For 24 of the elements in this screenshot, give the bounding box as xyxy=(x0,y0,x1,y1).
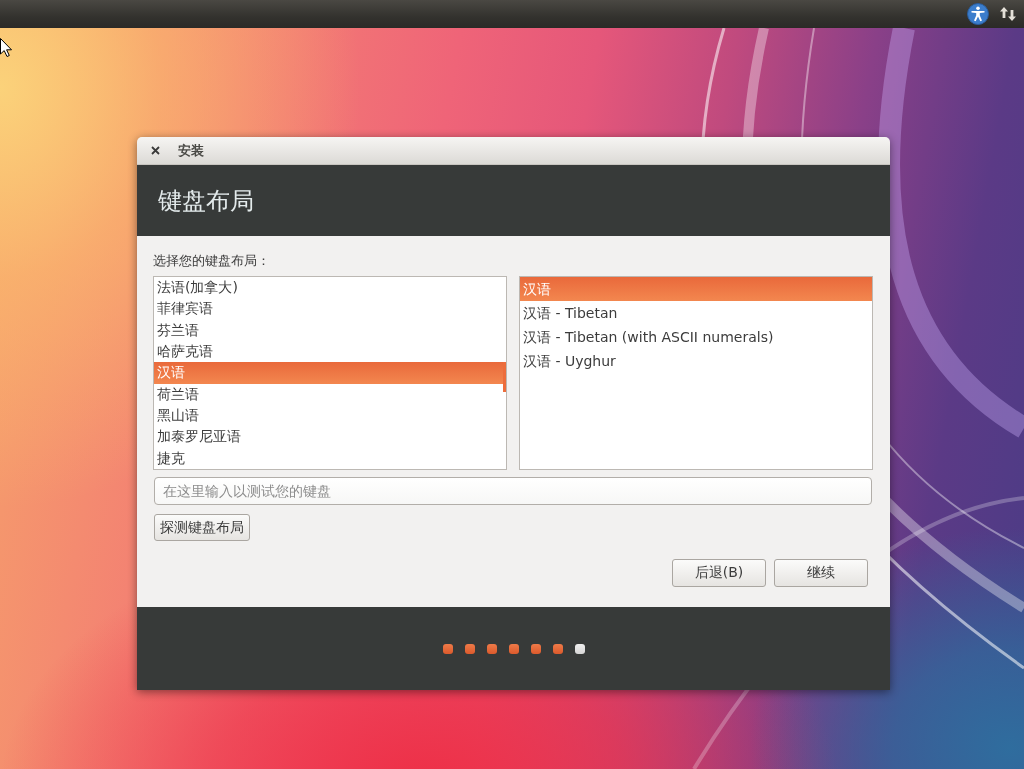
nav-button[interactable]: 后退(B) xyxy=(672,559,766,587)
page-title: 键盘布局 xyxy=(158,185,254,217)
variant-list-item[interactable]: 汉语 - Tibetan xyxy=(520,301,872,325)
close-button[interactable] xyxy=(150,145,161,156)
layout-list-item[interactable]: 哈萨克语 xyxy=(154,341,506,363)
scrollbar-thumb[interactable] xyxy=(503,362,506,392)
variant-list-item[interactable]: 汉语 - Uyghur xyxy=(520,349,872,373)
variant-list-item[interactable]: 汉语 - Tibetan (with ASCII numerals) xyxy=(520,325,872,349)
network-arrows-icon[interactable] xyxy=(1000,6,1016,22)
layout-list-item[interactable]: 黑山语 xyxy=(154,404,506,427)
test-input-field[interactable]: 在这里输入以测试您的键盘 xyxy=(154,477,872,505)
nav-button[interactable]: 继续 xyxy=(774,559,868,587)
close-icon xyxy=(151,146,160,155)
layout-list-item[interactable]: 荷兰语 xyxy=(154,383,506,405)
layout-list-item[interactable]: 芬兰语 xyxy=(154,319,506,341)
mouse-pointer-icon xyxy=(0,38,12,57)
layout-list-item[interactable]: 菲律宾语 xyxy=(154,298,506,320)
layout-list-item[interactable]: 加泰罗尼亚语 xyxy=(154,426,506,448)
window-title: 安装 xyxy=(178,141,204,160)
detect-layout-button[interactable]: 探测键盘布局 xyxy=(154,514,250,541)
layout-list-item[interactable]: 法语(加拿大) xyxy=(154,277,506,299)
layout-prompt: 选择您的键盘布局： xyxy=(153,252,271,270)
layout-list-item[interactable]: 捷克 xyxy=(154,447,506,469)
accessibility-icon[interactable] xyxy=(967,3,989,25)
